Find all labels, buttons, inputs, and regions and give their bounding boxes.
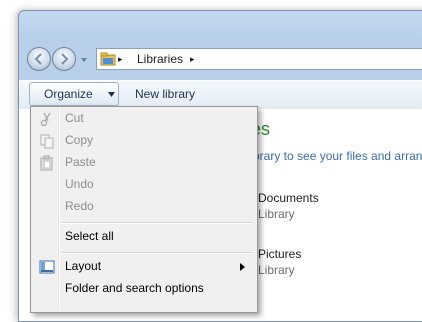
breadcrumb-separator[interactable]: ▸ xyxy=(190,54,195,65)
menu-label: Paste xyxy=(65,155,96,169)
library-documents-type: Library xyxy=(258,207,295,221)
menu-item-folder-options[interactable]: Folder and search options xyxy=(33,278,255,300)
copy-icon xyxy=(40,134,54,149)
libraries-folder-icon xyxy=(100,52,116,66)
paste-icon xyxy=(40,155,53,171)
recent-pages-dropdown-icon[interactable] xyxy=(80,56,88,64)
menu-separator xyxy=(61,222,253,224)
organize-button[interactable]: Organize xyxy=(29,82,119,106)
menu-label: Folder and search options xyxy=(65,281,204,295)
scissors-icon xyxy=(40,112,51,127)
menu-label: Select all xyxy=(65,229,114,243)
menu-item-cut[interactable]: Cut xyxy=(33,108,255,130)
menu-label: Cut xyxy=(65,111,84,125)
chevron-down-icon xyxy=(108,92,115,97)
menu-label: Undo xyxy=(65,177,94,191)
menu-item-layout[interactable]: Layout xyxy=(33,256,255,278)
address-bar[interactable]: ▸ Libraries ▸ xyxy=(96,48,422,70)
new-library-button[interactable]: New library xyxy=(135,82,195,106)
menu-item-copy[interactable]: Copy xyxy=(33,130,255,152)
menu-separator xyxy=(61,252,253,254)
arrow-right-icon xyxy=(61,53,69,65)
menu-label: Copy xyxy=(65,133,94,147)
menu-item-undo[interactable]: Undo xyxy=(33,174,255,196)
arrow-left-icon xyxy=(34,53,42,65)
submenu-arrow-icon xyxy=(240,263,245,271)
breadcrumb-separator[interactable]: ▸ xyxy=(118,54,123,65)
forward-button[interactable] xyxy=(52,47,76,71)
navigation-bar: ▸ Libraries ▸ xyxy=(19,37,422,77)
menu-item-paste[interactable]: Paste xyxy=(33,152,255,174)
libraries-description: brary to see your files and arrang xyxy=(253,149,422,163)
menu-label: Layout xyxy=(65,259,102,273)
library-documents-name[interactable]: Documents xyxy=(258,191,319,205)
organize-menu: Cut Copy Paste Undo Redo Select all Layo… xyxy=(30,106,258,313)
breadcrumb-libraries[interactable]: Libraries xyxy=(137,52,183,66)
layout-icon xyxy=(39,260,55,274)
menu-item-select-all[interactable]: Select all xyxy=(33,226,255,248)
library-pictures-type: Library xyxy=(258,263,295,277)
menu-label: Redo xyxy=(65,199,94,213)
library-pictures-name[interactable]: Pictures xyxy=(258,247,301,261)
menu-item-redo[interactable]: Redo xyxy=(33,196,255,218)
back-button[interactable] xyxy=(27,47,51,71)
organize-label: Organize xyxy=(44,87,93,101)
